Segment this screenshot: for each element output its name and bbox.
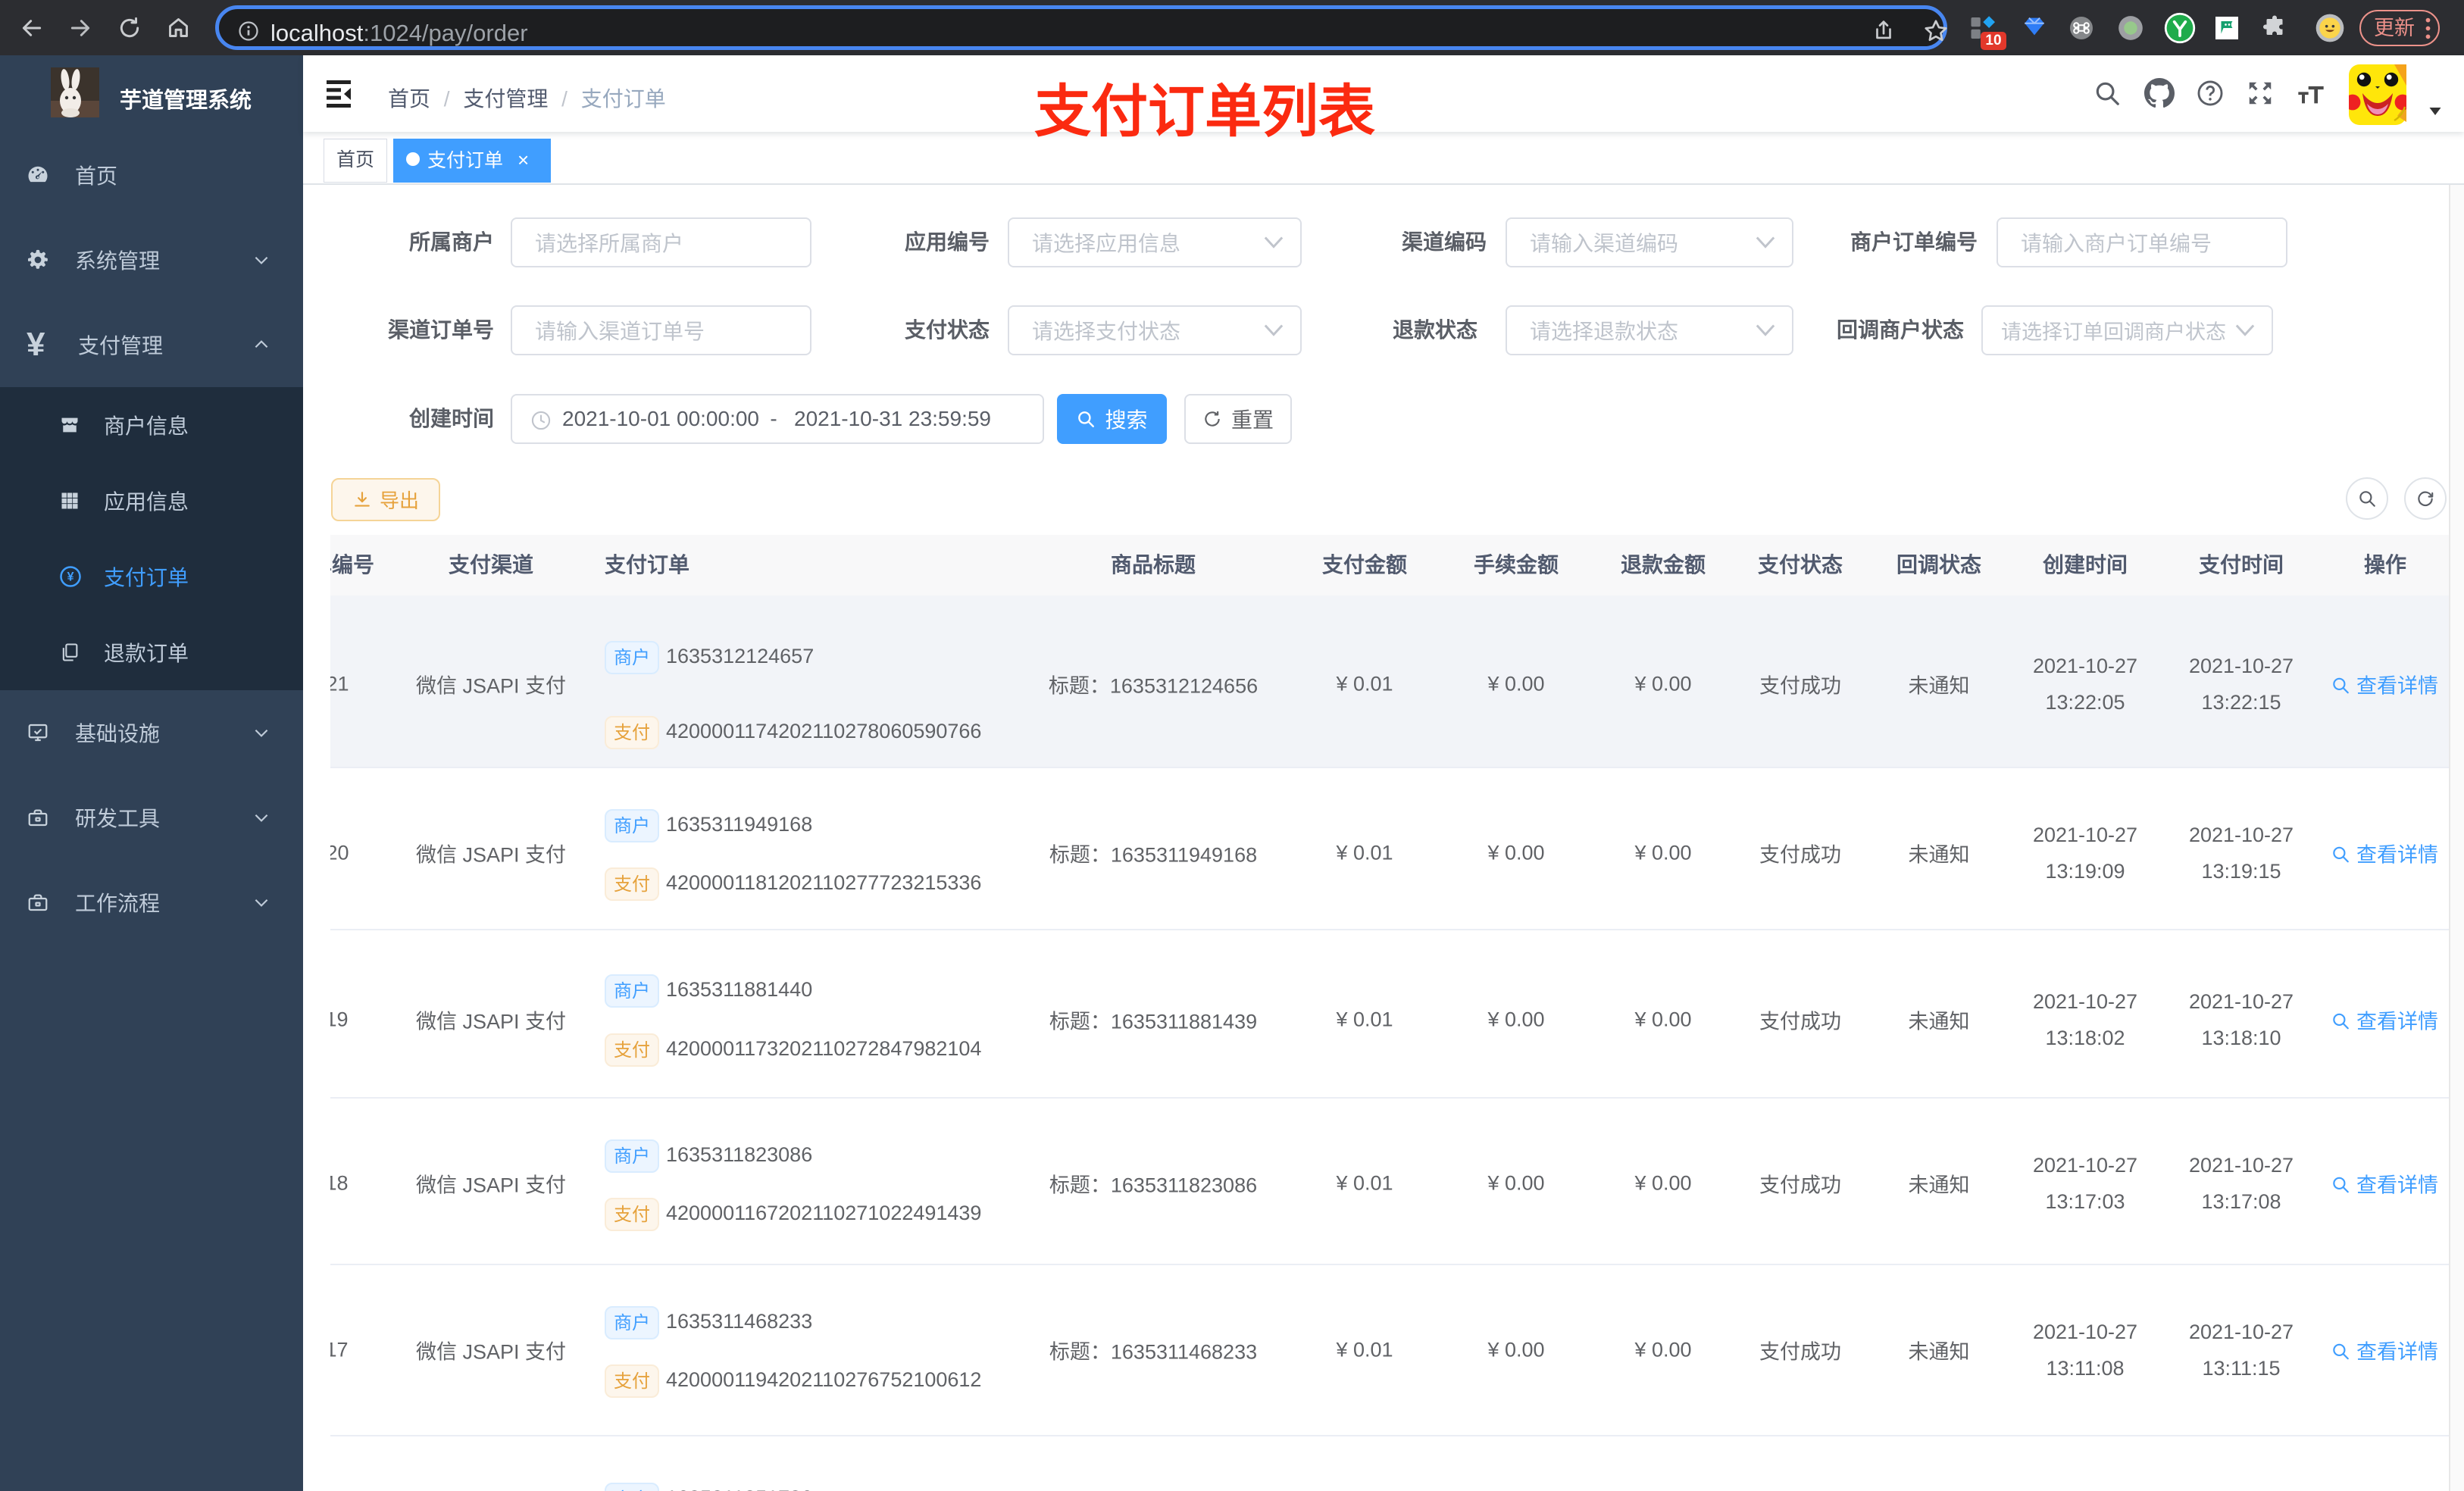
svg-text:¥: ¥	[67, 570, 73, 584]
